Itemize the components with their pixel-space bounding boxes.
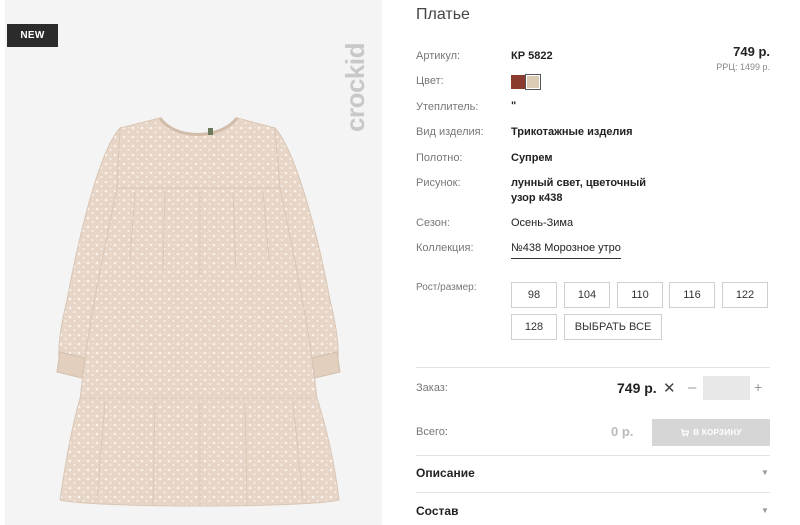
color-swatch-brown[interactable]	[511, 75, 525, 89]
season-label: Сезон:	[416, 217, 450, 229]
fabric-label: Полотно:	[416, 152, 463, 164]
fabric-value: Супрем	[511, 152, 553, 164]
size-button-104[interactable]: 104	[564, 282, 610, 308]
brand-logo-text: crockid	[339, 43, 370, 132]
add-to-cart-label: В КОРЗИНУ	[693, 428, 742, 437]
total-label: Всего:	[416, 426, 448, 438]
product-price: 749 р.	[733, 44, 770, 59]
size-button-122[interactable]: 122	[722, 282, 768, 308]
size-button-128[interactable]: 128	[511, 314, 557, 340]
product-title: Платье	[416, 6, 470, 23]
new-badge: NEW	[7, 24, 58, 47]
cart-icon	[681, 429, 690, 437]
product-type-label: Вид изделия:	[416, 126, 484, 138]
size-button-98[interactable]: 98	[511, 282, 557, 308]
quantity-input[interactable]	[703, 376, 750, 400]
order-price: 749 р.	[617, 380, 657, 396]
multiply-icon: ✕	[663, 380, 676, 397]
brand-logo: crockid	[340, 20, 370, 155]
season-value: Осень-Зима	[511, 217, 574, 229]
insulation-value: "	[511, 100, 517, 112]
quantity-increase-button[interactable]: +	[754, 379, 762, 395]
description-divider	[416, 455, 770, 456]
color-swatch-beige[interactable]	[525, 74, 541, 90]
color-label: Цвет:	[416, 75, 444, 87]
size-button-116[interactable]: 116	[669, 282, 715, 308]
total-value: 0 р.	[611, 424, 634, 439]
recommended-price: РРЦ: 1499 р.	[716, 62, 770, 72]
description-accordion[interactable]: Описание	[416, 466, 475, 480]
collection-label: Коллекция:	[416, 242, 474, 254]
size-label: Рост/размер:	[416, 282, 477, 293]
composition-divider	[416, 492, 770, 493]
size-button-110[interactable]: 110	[617, 282, 663, 308]
article-value: КР 5822	[511, 50, 553, 62]
order-label: Заказ:	[416, 382, 448, 394]
pattern-label: Рисунок:	[416, 177, 461, 189]
product-type-value: Трикотажные изделия	[511, 126, 633, 138]
product-photo[interactable]: NEW crockid	[5, 0, 382, 525]
composition-accordion[interactable]: Состав	[416, 504, 458, 518]
pattern-value-line1: лунный свет, цветочный	[511, 177, 647, 189]
triangle-down-icon[interactable]: ▼	[761, 506, 769, 515]
select-all-sizes-button[interactable]: ВЫБРАТЬ ВСЕ	[564, 314, 662, 340]
insulation-label: Утеплитель:	[416, 101, 479, 113]
dress-image	[56, 117, 341, 507]
collection-link[interactable]: №438 Морозное утро	[511, 241, 621, 259]
triangle-down-icon[interactable]: ▼	[761, 468, 769, 477]
pattern-value-line2: узор к438	[511, 192, 563, 204]
article-label: Артикул:	[416, 50, 461, 62]
add-to-cart-button[interactable]: В КОРЗИНУ	[652, 419, 770, 446]
order-divider	[416, 367, 770, 368]
quantity-decrease-button[interactable]: –	[688, 379, 696, 396]
